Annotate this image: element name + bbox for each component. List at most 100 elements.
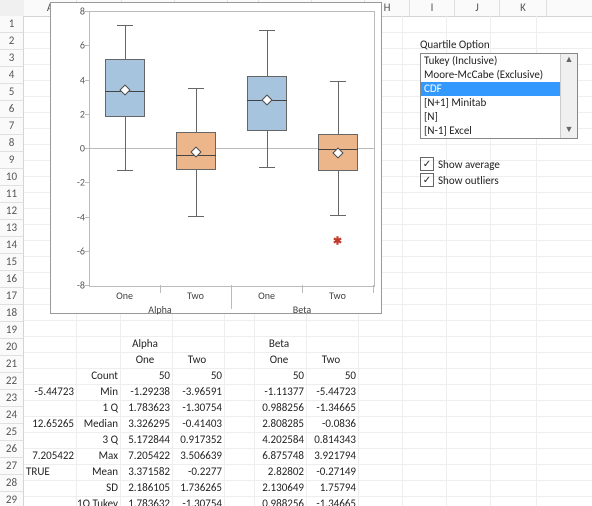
row-header[interactable]: 4 [0,67,24,84]
grid-cell[interactable]: SD [76,480,120,496]
row-header[interactable]: 1 [0,16,24,33]
grid-cell[interactable]: 50 [120,368,172,384]
row-header[interactable]: 17 [0,288,24,305]
quartile-option-item[interactable]: [N-1] Excel [421,124,577,138]
grid-cell[interactable]: 3.506639 [172,448,224,464]
grid-cell[interactable]: -1.34665 [306,496,358,506]
row-header[interactable]: 24 [0,407,24,424]
grid-cell[interactable]: 12.65265 [24,416,76,432]
show-average-checkbox[interactable]: Show average [420,157,578,171]
grid-cell[interactable]: 3 Q [76,432,120,448]
column-header[interactable]: J [455,0,500,16]
row-header[interactable]: 11 [0,186,24,203]
grid-cell[interactable]: Min [76,384,120,400]
row-header[interactable]: 26 [0,441,24,458]
row-header[interactable]: 20 [0,339,24,356]
grid-cell[interactable]: 2.130649 [254,480,306,496]
grid-cell[interactable]: -5.44723 [24,384,76,400]
column-header[interactable]: K [500,0,547,16]
row-header[interactable]: 21 [0,356,24,373]
grid-cell[interactable]: 50 [172,368,224,384]
select-all-corner[interactable] [0,0,25,17]
row-header[interactable]: 29 [0,492,24,506]
grid-cell[interactable]: 1.75794 [306,480,358,496]
grid-cell[interactable]: 6.875748 [254,448,306,464]
row-header[interactable]: 13 [0,220,24,237]
row-header[interactable]: 9 [0,152,24,169]
quartile-option-item[interactable]: Moore-McCabe (Exclusive) [421,68,577,82]
grid-cell[interactable]: -0.27149 [306,464,358,480]
quartile-option-item[interactable]: [N] [421,110,577,124]
grid-cell[interactable]: Count [76,368,120,384]
grid-cell[interactable]: 50 [306,368,358,384]
row-header[interactable]: 3 [0,50,24,67]
grid-cell[interactable]: 0.814343 [306,432,358,448]
grid-cell[interactable]: -1.11377 [254,384,306,400]
row-header[interactable]: 12 [0,203,24,220]
grid-cell[interactable]: Mean [76,464,120,480]
grid-cell[interactable]: 0.917352 [172,432,224,448]
grid-cell[interactable]: 1Q Tukey [76,496,120,506]
grid-cell[interactable]: 50 [254,368,306,384]
row-header[interactable]: 2 [0,33,24,50]
grid-cell[interactable]: Two [172,352,224,368]
grid-cell[interactable]: 7.205422 [24,448,76,464]
row-header[interactable]: 27 [0,458,24,475]
grid-cell[interactable]: TRUE [24,464,76,480]
row-header[interactable]: 19 [0,322,24,339]
row-header[interactable]: 6 [0,101,24,118]
grid-cell[interactable]: 3.371582 [120,464,172,480]
grid-cell[interactable]: -3.96591 [172,384,224,400]
grid-cell[interactable]: 1.736265 [172,480,224,496]
grid-cell[interactable]: 0.988256 [254,496,306,506]
row-header[interactable]: 5 [0,84,24,101]
row-header[interactable]: 22 [0,373,24,390]
grid-cell[interactable]: Median [76,416,120,432]
grid-cell[interactable]: Two [306,352,358,368]
quartile-option-item[interactable]: Tukey (Inclusive) [421,54,577,68]
grid-cell[interactable]: 5.172844 [120,432,172,448]
grid-cell[interactable]: -0.0836 [306,416,358,432]
grid-cell[interactable]: One [254,352,306,368]
listbox-scrollbar[interactable]: ▲ ▼ [560,54,577,138]
grid-cell[interactable]: One [120,352,172,368]
grid-cell[interactable]: 1.783623 [120,400,172,416]
grid-cell[interactable]: 3.326295 [120,416,172,432]
grid-cell[interactable]: -5.44723 [306,384,358,400]
row-header[interactable]: 28 [0,475,24,492]
grid-cell[interactable]: Alpha [120,336,172,352]
grid-cell[interactable]: 2.186105 [120,480,172,496]
grid-cell[interactable]: 3.921794 [306,448,358,464]
grid-cell[interactable]: 1 Q [76,400,120,416]
quartile-option-item[interactable]: [N+1] Minitab [421,96,577,110]
grid-cell[interactable]: -0.2277 [172,464,224,480]
show-outliers-checkbox[interactable]: Show outliers [420,173,578,187]
quartile-option-item[interactable]: CDF [421,82,577,96]
grid-cell[interactable]: 7.205422 [120,448,172,464]
grid-cell[interactable]: -1.30754 [172,496,224,506]
row-header[interactable]: 15 [0,254,24,271]
grid-cell[interactable]: 0.988256 [254,400,306,416]
grid-cell[interactable]: Beta [254,336,306,352]
grid-cell[interactable]: Max [76,448,120,464]
grid-cell[interactable]: -0.41403 [172,416,224,432]
row-header[interactable]: 16 [0,271,24,288]
grid-cell[interactable]: -1.34665 [306,400,358,416]
row-header[interactable]: 10 [0,169,24,186]
grid-cell[interactable]: 4.202584 [254,432,306,448]
row-header[interactable]: 25 [0,424,24,441]
grid-cell[interactable]: -1.30754 [172,400,224,416]
row-header[interactable]: 23 [0,390,24,407]
grid-cell[interactable]: 2.808285 [254,416,306,432]
grid-cell[interactable]: 2.82802 [254,464,306,480]
row-header[interactable]: 7 [0,118,24,135]
row-header[interactable]: 8 [0,135,24,152]
quartile-option-listbox[interactable]: Tukey (Inclusive)Moore-McCabe (Exclusive… [420,53,578,139]
row-header[interactable]: 18 [0,305,24,322]
grid-cell[interactable]: -1.29238 [120,384,172,400]
column-header[interactable]: I [410,0,455,16]
row-header[interactable]: 14 [0,237,24,254]
scroll-down-icon[interactable]: ▼ [561,124,577,138]
grid-cell[interactable]: 1.783632 [120,496,172,506]
scroll-up-icon[interactable]: ▲ [561,54,577,68]
